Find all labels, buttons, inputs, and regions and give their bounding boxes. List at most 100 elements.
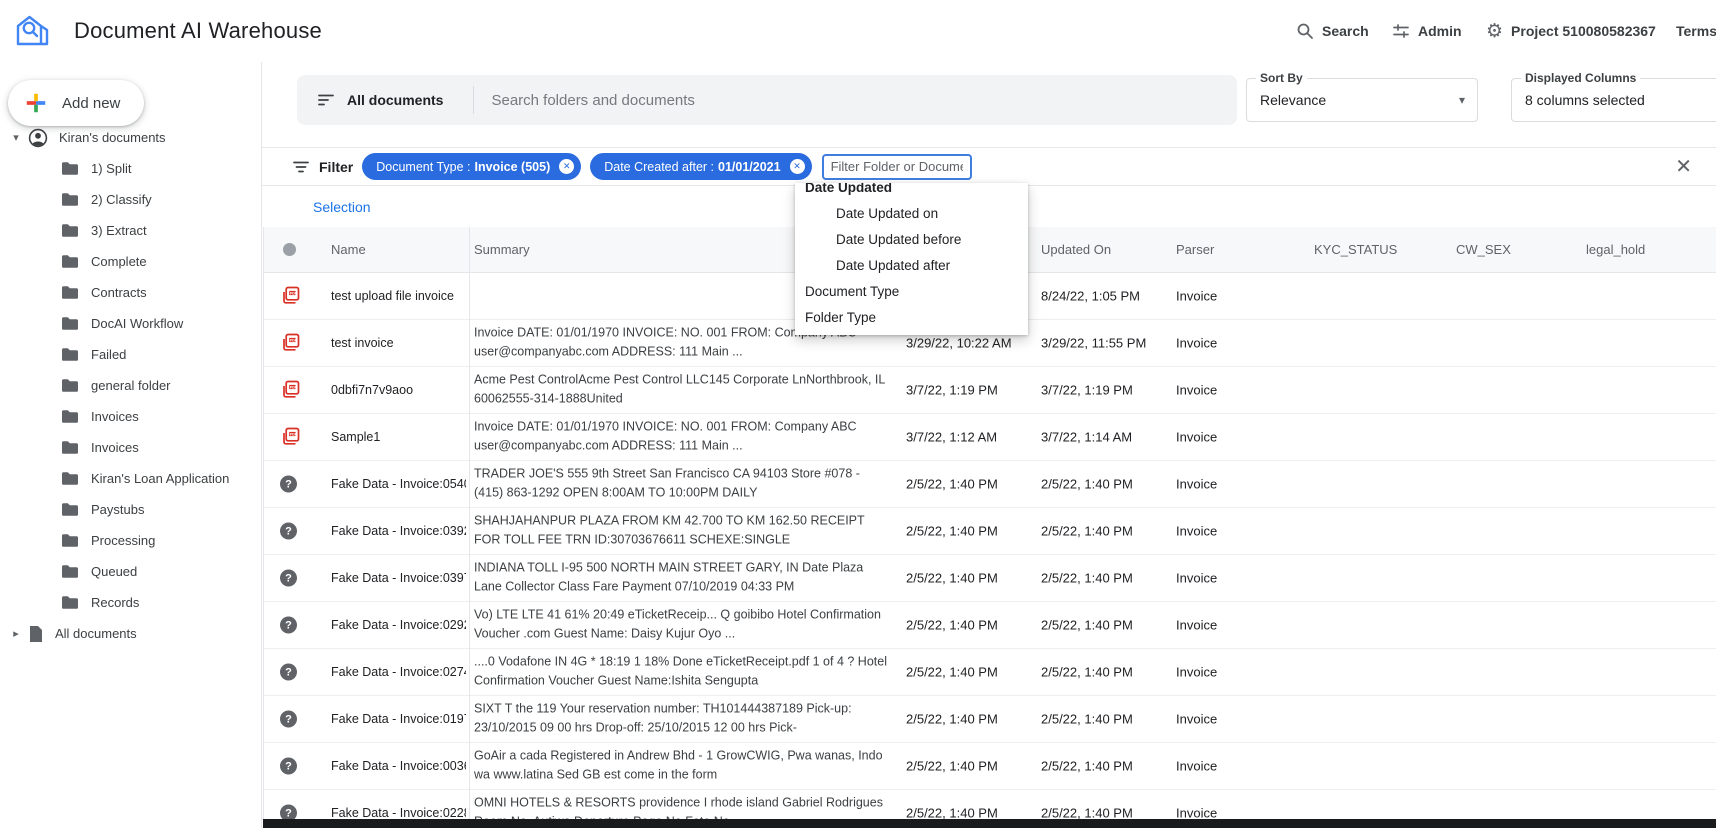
document-parser: Invoice bbox=[1176, 523, 1218, 539]
column-header-summary[interactable]: Summary bbox=[474, 227, 530, 272]
sidebar-folder-item[interactable]: Records bbox=[0, 587, 262, 618]
table-row[interactable]: ? Fake Data - Invoice:0228 OMNI HOTELS &… bbox=[264, 790, 1716, 819]
document-updated-on: 2/5/22, 1:40 PM bbox=[1041, 476, 1133, 492]
document-updated-on: 2/5/22, 1:40 PM bbox=[1041, 664, 1133, 680]
column-header-parser[interactable]: Parser bbox=[1176, 227, 1214, 272]
table-row[interactable]: PDF 0dbfi7n7v9aoo Acme Pest ControlAcme … bbox=[264, 367, 1716, 414]
column-header-name[interactable]: Name bbox=[331, 227, 366, 272]
table-row[interactable]: ? Fake Data - Invoice:0540 TRADER JOE'S … bbox=[264, 461, 1716, 508]
column-header-kyc-status[interactable]: KYC_STATUS bbox=[1314, 227, 1397, 272]
sidebar-folder-item[interactable]: 2) Classify bbox=[0, 184, 262, 215]
sidebar-folder-item[interactable]: Contracts bbox=[0, 277, 262, 308]
sidebar-folder-list: 1) Split 2) Classify 3) Extract Complete bbox=[0, 153, 262, 618]
add-new-button[interactable]: Add new bbox=[8, 80, 145, 126]
document-name: Fake Data - Invoice:0197 bbox=[331, 712, 466, 726]
filter-dropdown-item[interactable]: Folder Type bbox=[795, 304, 1028, 330]
sidebar-folder-item[interactable]: Queued bbox=[0, 556, 262, 587]
search-scope-selector[interactable]: All documents bbox=[317, 91, 443, 109]
filter-dropdown-item: Date Updated bbox=[805, 183, 893, 195]
filter-dropdown-item[interactable]: Date Updated on bbox=[795, 200, 1028, 226]
svg-text:PDF: PDF bbox=[290, 291, 297, 295]
document-parser: Invoice bbox=[1176, 476, 1218, 492]
filter-dropdown-item[interactable]: Date Updated after bbox=[795, 252, 1028, 278]
close-icon[interactable]: ✕ bbox=[1675, 157, 1692, 177]
filter-dropdown-item[interactable]: Document Type bbox=[795, 278, 1028, 304]
sidebar-folder-item[interactable]: general folder bbox=[0, 370, 262, 401]
unknown-type-icon: ? bbox=[280, 663, 297, 681]
sidebar-folder-item[interactable]: DocAI Workflow bbox=[0, 308, 262, 339]
nav-terms[interactable]: Terms bbox=[1676, 0, 1716, 62]
document-parser: Invoice bbox=[1176, 382, 1218, 398]
document-created-on: 2/5/22, 1:40 PM bbox=[906, 711, 998, 727]
select-all-circle[interactable] bbox=[283, 243, 296, 256]
sidebar-folder-item[interactable]: Processing bbox=[0, 525, 262, 556]
document-parser: Invoice bbox=[1176, 617, 1218, 633]
chevron-down-icon[interactable]: ▾ bbox=[8, 131, 24, 144]
sidebar-root-kirans-documents[interactable]: ▾ Kiran's documents bbox=[0, 122, 262, 153]
column-header-cw-sex[interactable]: CW_SEX bbox=[1456, 227, 1511, 272]
search-bar[interactable]: All documents Search folders and documen… bbox=[297, 75, 1237, 125]
document-summary: Vo) LTE LTE 41 61% 20:49 eTicketReceip..… bbox=[474, 607, 881, 641]
table-row[interactable]: ? Fake Data - Invoice:0292 Vo) LTE LTE 4… bbox=[264, 602, 1716, 649]
filter-chip-date-created[interactable]: Date Created after :01/01/2021 ✕ bbox=[590, 153, 812, 180]
sidebar-folder-item[interactable]: 3) Extract bbox=[0, 215, 262, 246]
filter-label: Filter bbox=[319, 158, 354, 175]
pdf-file-icon: PDF bbox=[280, 427, 301, 448]
table-row[interactable]: ? Fake Data - Invoice:0036 GoAir a cada … bbox=[264, 743, 1716, 790]
filter-dropdown-item[interactable]: Date Updated before bbox=[795, 226, 1028, 252]
folder-icon bbox=[61, 502, 79, 517]
table-row[interactable]: PDF Sample1 Invoice DATE: 01/01/1970 INV… bbox=[264, 414, 1716, 461]
sort-by-select[interactable]: Sort By Relevance ▾ bbox=[1246, 71, 1478, 122]
filter-chip-document-type[interactable]: Document Type : Invoice (505) ✕ bbox=[362, 153, 582, 180]
unknown-type-icon: ? bbox=[280, 475, 297, 493]
sort-lines-icon bbox=[317, 91, 335, 109]
chevron-right-icon[interactable]: ▸ bbox=[8, 627, 24, 640]
pdf-file-icon: PDF bbox=[280, 286, 301, 307]
nav-search[interactable]: Search bbox=[1296, 0, 1369, 62]
unknown-type-icon: ? bbox=[280, 616, 297, 634]
folder-icon bbox=[61, 440, 79, 455]
document-parser: Invoice bbox=[1176, 758, 1218, 774]
table-row[interactable]: ? Fake Data - Invoice:0397 INDIANA TOLL … bbox=[264, 555, 1716, 602]
remove-chip-icon[interactable]: ✕ bbox=[789, 159, 805, 174]
displayed-columns-value: 8 columns selected bbox=[1525, 92, 1645, 108]
document-parser: Invoice bbox=[1176, 288, 1218, 304]
sidebar-folder-item[interactable]: Paystubs bbox=[0, 494, 262, 525]
search-divider bbox=[473, 86, 475, 114]
filter-options-dropdown: Date Updated Date Updated on Date Update… bbox=[795, 183, 1028, 335]
selection-link[interactable]: Selection bbox=[313, 199, 371, 215]
document-parser: Invoice bbox=[1176, 711, 1218, 727]
document-updated-on: 3/7/22, 1:19 PM bbox=[1041, 382, 1133, 398]
column-header-legal-hold[interactable]: legal_hold bbox=[1586, 227, 1645, 272]
table-row[interactable]: ? Fake Data - Invoice:0274 ....0 Vodafon… bbox=[264, 649, 1716, 696]
sidebar-folder-item[interactable]: Invoices bbox=[0, 401, 262, 432]
sidebar-folder-item[interactable]: Kiran's Loan Application bbox=[0, 463, 262, 494]
folder-icon bbox=[61, 409, 79, 424]
table-row[interactable]: ? Fake Data - Invoice:0392 SHAHJAHANPUR … bbox=[264, 508, 1716, 555]
horizontal-scrollbar[interactable] bbox=[263, 819, 1716, 828]
table-row[interactable]: ? Fake Data - Invoice:0197 SIXT T the 11… bbox=[264, 696, 1716, 743]
sidebar-all-documents[interactable]: ▸ All documents bbox=[0, 618, 262, 649]
search-input[interactable]: Search folders and documents bbox=[491, 92, 1237, 109]
folder-icon bbox=[61, 347, 79, 362]
filter-bar: Filter Document Type : Invoice (505) ✕ Da… bbox=[262, 147, 1716, 186]
document-name: Fake Data - Invoice:0540 bbox=[331, 477, 466, 491]
remove-chip-icon[interactable]: ✕ bbox=[559, 159, 575, 174]
sidebar-folder-item[interactable]: 1) Split bbox=[0, 153, 262, 184]
filter-search-input[interactable] bbox=[821, 153, 972, 180]
svg-text:PDF: PDF bbox=[290, 432, 297, 436]
search-scope-label: All documents bbox=[347, 92, 444, 108]
user-avatar-icon bbox=[28, 128, 48, 148]
nav-project[interactable]: ⚙ Project 510080582367 bbox=[1486, 0, 1656, 62]
sidebar-folder-item[interactable]: Invoices bbox=[0, 432, 262, 463]
sidebar-folder-item[interactable]: Failed bbox=[0, 339, 262, 370]
folder-icon bbox=[61, 595, 79, 610]
document-updated-on: 2/5/22, 1:40 PM bbox=[1041, 523, 1133, 539]
displayed-columns-select[interactable]: Displayed Columns 8 columns selected bbox=[1511, 71, 1716, 122]
document-summary: INDIANA TOLL I-95 500 NORTH MAIN STREET … bbox=[474, 560, 864, 594]
column-header-updated-on[interactable]: Updated On bbox=[1041, 227, 1111, 272]
document-created-on: 2/5/22, 1:40 PM bbox=[906, 664, 998, 680]
sidebar: Add new ▾ Kiran's documents 1) Split 2) … bbox=[0, 62, 262, 828]
nav-admin[interactable]: Admin bbox=[1392, 0, 1462, 62]
sidebar-folder-item[interactable]: Complete bbox=[0, 246, 262, 277]
